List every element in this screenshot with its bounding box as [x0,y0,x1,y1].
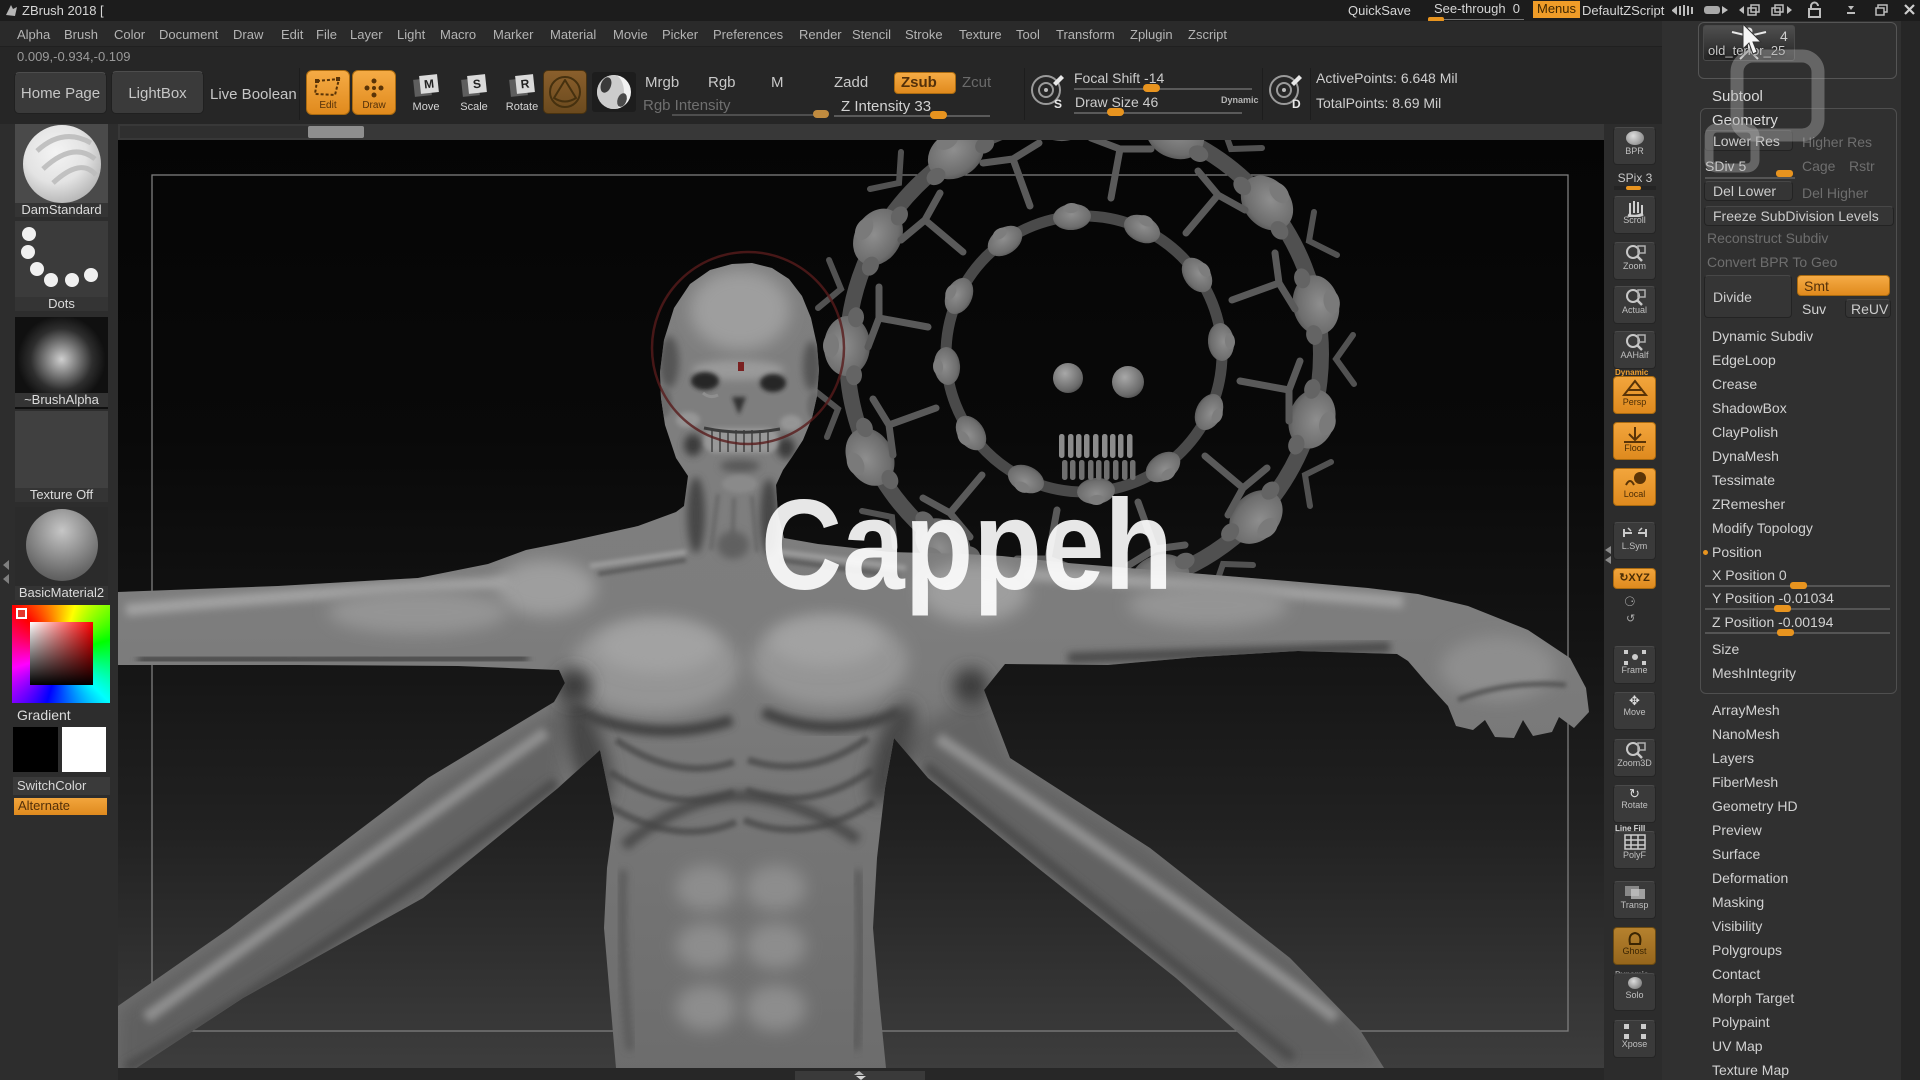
svg-text:Cappeh: Cappeh [761,474,1173,617]
svg-text:S: S [1054,97,1062,111]
svg-text:D: D [1292,97,1301,111]
